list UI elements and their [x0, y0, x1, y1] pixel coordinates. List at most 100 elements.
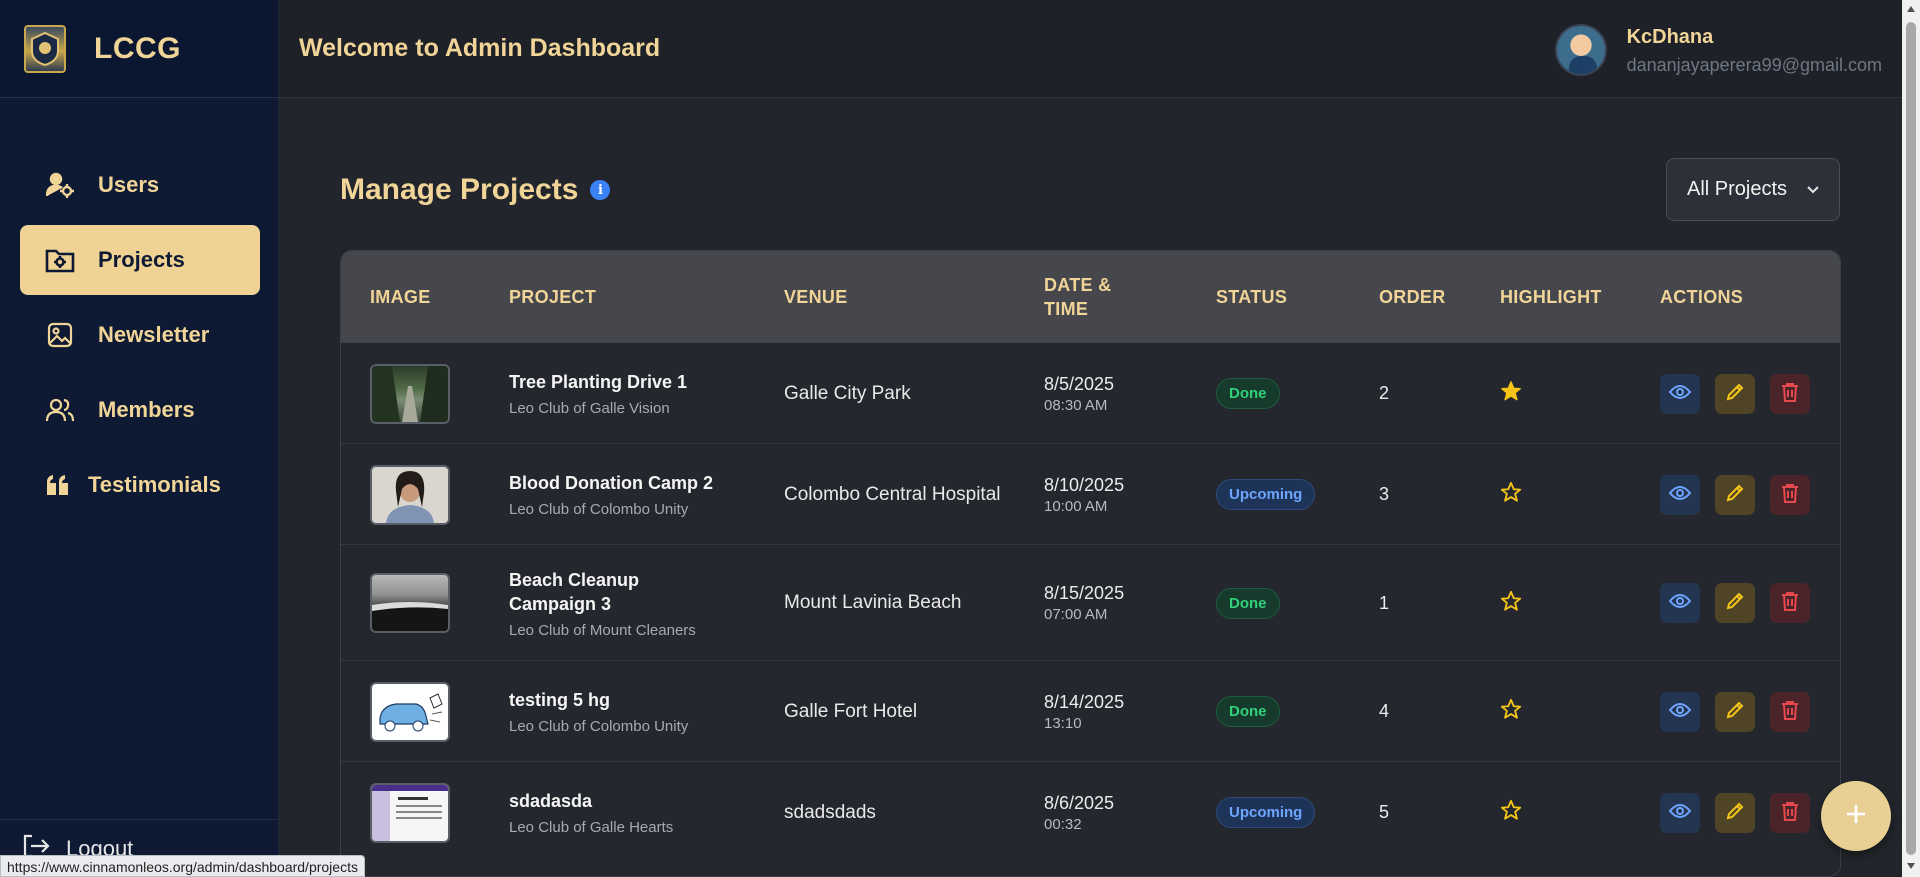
sidebar-nav: Users Projects Newsletter Members Testim…: [20, 150, 260, 525]
brand-logo: [24, 24, 66, 73]
column-header-image: IMAGE: [370, 287, 431, 307]
project-info: Beach Cleanup Campaign 3 Leo Club of Mou…: [509, 568, 729, 639]
eye-icon: [1668, 593, 1692, 614]
project-datetime: 8/15/2025 07:00 AM: [1044, 583, 1124, 623]
project-thumbnail: [370, 783, 450, 843]
delete-button[interactable]: [1770, 583, 1810, 623]
status-badge: Done: [1216, 588, 1280, 619]
project-filter-select[interactable]: All Projects: [1666, 158, 1840, 221]
status-badge: Upcoming: [1216, 797, 1316, 828]
highlight-toggle[interactable]: [1500, 698, 1522, 725]
user-profile[interactable]: KcDhana dananjayaperera99@gmail.com: [1554, 24, 1882, 76]
avatar[interactable]: [1554, 24, 1607, 76]
sidebar-item-members[interactable]: Members: [20, 375, 260, 445]
view-button[interactable]: [1660, 583, 1700, 623]
project-club: Leo Club of Colombo Unity: [509, 501, 689, 518]
row-actions: [1660, 583, 1810, 623]
brand[interactable]: LCCG: [0, 0, 278, 98]
project-time: 10:00 AM: [1044, 498, 1108, 515]
sidebar-item-newsletter[interactable]: Newsletter: [20, 300, 260, 370]
add-project-button[interactable]: [1821, 781, 1891, 851]
project-time: 07:00 AM: [1044, 606, 1108, 623]
view-button[interactable]: [1660, 692, 1700, 732]
table-row: Blood Donation Camp 2 Leo Club of Colomb…: [341, 444, 1840, 545]
sidebar-item-label: Newsletter: [98, 322, 210, 347]
users-gear-icon: [44, 169, 76, 201]
highlight-toggle[interactable]: [1500, 590, 1522, 617]
column-header-order: ORDER: [1379, 287, 1446, 307]
scroll-up-arrow-icon[interactable]: [1907, 6, 1915, 12]
project-datetime: 8/14/2025 13:10: [1044, 692, 1124, 732]
column-header-actions: ACTIONS: [1660, 287, 1744, 307]
sidebar: LCCG Users Projects Newsletter Members T…: [0, 0, 279, 877]
delete-button[interactable]: [1770, 692, 1810, 732]
column-header-highlight: HIGHLIGHT: [1500, 287, 1602, 307]
project-club: Leo Club of Galle Hearts: [509, 819, 674, 836]
brand-name: LCCG: [94, 31, 181, 65]
status-bar-url: https://www.cinnamonleos.org/admin/dashb…: [0, 855, 365, 877]
row-actions: [1660, 692, 1810, 732]
project-time: 00:32: [1044, 816, 1082, 833]
edit-button[interactable]: [1715, 374, 1755, 414]
project-info: Blood Donation Camp 2 Leo Club of Colomb…: [509, 471, 729, 518]
info-icon[interactable]: i: [590, 180, 611, 200]
pencil-icon: [1725, 382, 1745, 407]
project-order: 2: [1379, 383, 1390, 403]
project-date: 8/15/2025: [1044, 583, 1125, 603]
edit-button[interactable]: [1715, 475, 1755, 515]
eye-icon: [1668, 803, 1692, 824]
image-icon: [44, 319, 76, 351]
project-title: sdadasda: [509, 791, 593, 811]
highlight-toggle[interactable]: [1500, 380, 1522, 407]
user-email: dananjayaperera99@gmail.com: [1626, 55, 1882, 75]
eye-icon: [1668, 485, 1692, 506]
page-scrollbar[interactable]: [1902, 0, 1920, 877]
project-date: 8/6/2025: [1044, 793, 1115, 813]
edit-button[interactable]: [1715, 583, 1755, 623]
project-club: Leo Club of Galle Vision: [509, 400, 670, 417]
project-info: sdadasda Leo Club of Galle Hearts: [509, 789, 729, 836]
trash-icon: [1781, 801, 1799, 826]
main-content: Manage Projects i All Projects IMAGE PRO…: [340, 158, 1841, 877]
edit-button[interactable]: [1715, 692, 1755, 732]
status-cell: Done: [1216, 378, 1280, 409]
column-header-status: STATUS: [1216, 287, 1288, 307]
delete-button[interactable]: [1770, 374, 1810, 414]
project-time: 08:30 AM: [1044, 397, 1108, 414]
view-button[interactable]: [1660, 475, 1700, 515]
pencil-icon: [1725, 483, 1745, 508]
edit-button[interactable]: [1715, 793, 1755, 833]
page-title: Manage Projects: [340, 173, 579, 206]
scroll-down-arrow-icon[interactable]: [1907, 863, 1915, 869]
sidebar-item-label: Members: [98, 397, 195, 422]
column-header-project: PROJECT: [509, 287, 597, 307]
sidebar-item-label: Projects: [98, 247, 185, 272]
project-order: 3: [1379, 484, 1390, 504]
delete-button[interactable]: [1770, 793, 1810, 833]
view-button[interactable]: [1660, 374, 1700, 414]
project-thumbnail: [370, 573, 450, 633]
projects-table: IMAGE PROJECT VENUE DATE & TIME STATUS O…: [340, 250, 1841, 877]
project-venue: Galle Fort Hotel: [784, 701, 918, 722]
scrollbar-thumb[interactable]: [1906, 22, 1916, 855]
project-info: testing 5 hg Leo Club of Colombo Unity: [509, 688, 729, 735]
highlight-toggle[interactable]: [1500, 799, 1522, 826]
trash-icon: [1781, 700, 1799, 725]
people-icon: [44, 394, 76, 426]
status-cell: Upcoming: [1216, 797, 1316, 828]
topbar: Welcome to Admin Dashboard KcDhana danan…: [279, 0, 1902, 98]
star-outline-icon: [1500, 590, 1522, 616]
view-button[interactable]: [1660, 793, 1700, 833]
project-datetime: 8/6/2025 00:32: [1044, 793, 1114, 833]
sidebar-item-testimonials[interactable]: Testimonials: [20, 450, 260, 520]
highlight-toggle[interactable]: [1500, 481, 1522, 508]
project-datetime: 8/5/2025 08:30 AM: [1044, 374, 1114, 414]
project-title: Blood Donation Camp 2: [509, 473, 713, 493]
project-time: 13:10: [1044, 715, 1082, 732]
sidebar-item-projects[interactable]: Projects: [20, 225, 260, 295]
sidebar-item-users[interactable]: Users: [20, 150, 260, 220]
table-header: IMAGE PROJECT VENUE DATE & TIME STATUS O…: [341, 251, 1840, 343]
delete-button[interactable]: [1770, 475, 1810, 515]
status-badge: Done: [1216, 378, 1280, 409]
project-date: 8/10/2025: [1044, 475, 1125, 495]
